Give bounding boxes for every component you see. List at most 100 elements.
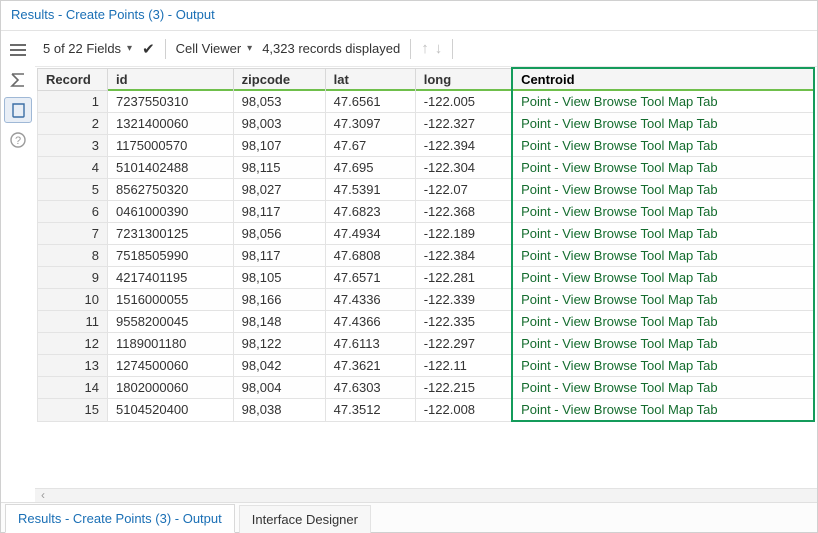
cell-id[interactable]: 1802000060 (108, 377, 234, 399)
cell-zipcode[interactable]: 98,148 (233, 311, 325, 333)
cell-zipcode[interactable]: 98,105 (233, 267, 325, 289)
cell-zipcode[interactable]: 98,107 (233, 135, 325, 157)
table-row[interactable]: 12118900118098,12247.6113-122.297Point -… (38, 333, 815, 355)
table-row[interactable]: 3117500057098,10747.67-122.394Point - Vi… (38, 135, 815, 157)
apply-check-icon[interactable]: ✔ (142, 40, 155, 58)
cell-centroid[interactable]: Point - View Browse Tool Map Tab (512, 201, 814, 223)
cell-long[interactable]: -122.281 (415, 267, 512, 289)
cell-lat[interactable]: 47.4934 (325, 223, 415, 245)
cell-centroid[interactable]: Point - View Browse Tool Map Tab (512, 157, 814, 179)
table-row[interactable]: 10151600005598,16647.4336-122.339Point -… (38, 289, 815, 311)
cell-id[interactable]: 0461000390 (108, 201, 234, 223)
cell-centroid[interactable]: Point - View Browse Tool Map Tab (512, 311, 814, 333)
cell-zipcode[interactable]: 98,042 (233, 355, 325, 377)
cell-id[interactable]: 7518505990 (108, 245, 234, 267)
cell-zipcode[interactable]: 98,053 (233, 91, 325, 113)
table-row[interactable]: 5856275032098,02747.5391-122.07Point - V… (38, 179, 815, 201)
cell-id[interactable]: 1321400060 (108, 113, 234, 135)
cell-lat[interactable]: 47.6823 (325, 201, 415, 223)
cell-id[interactable]: 1189001180 (108, 333, 234, 355)
horizontal-scrollbar[interactable]: ‹ (35, 488, 817, 502)
sigma-view-icon[interactable] (4, 67, 32, 93)
table-row[interactable]: 14180200006098,00447.6303-122.215Point -… (38, 377, 815, 399)
cell-lat[interactable]: 47.4336 (325, 289, 415, 311)
tab-interface-designer[interactable]: Interface Designer (239, 505, 371, 533)
cell-centroid[interactable]: Point - View Browse Tool Map Tab (512, 289, 814, 311)
cell-lat[interactable]: 47.6303 (325, 377, 415, 399)
cell-lat[interactable]: 47.6571 (325, 267, 415, 289)
cell-lat[interactable]: 47.3097 (325, 113, 415, 135)
cell-record[interactable]: 9 (38, 267, 108, 289)
cell-id[interactable]: 9558200045 (108, 311, 234, 333)
cell-long[interactable]: -122.189 (415, 223, 512, 245)
cell-id[interactable]: 4217401195 (108, 267, 234, 289)
cell-id[interactable]: 7237550310 (108, 91, 234, 113)
help-icon[interactable]: ? (4, 127, 32, 153)
cell-record[interactable]: 13 (38, 355, 108, 377)
cell-lat[interactable]: 47.695 (325, 157, 415, 179)
cell-record[interactable]: 15 (38, 399, 108, 422)
cell-long[interactable]: -122.11 (415, 355, 512, 377)
cell-lat[interactable]: 47.3512 (325, 399, 415, 422)
cell-id[interactable]: 1175000570 (108, 135, 234, 157)
cell-long[interactable]: -122.327 (415, 113, 512, 135)
cell-zipcode[interactable]: 98,122 (233, 333, 325, 355)
schema-view-icon[interactable] (4, 97, 32, 123)
table-scroll-area[interactable]: Record id zipcode lat long Centroid 1723… (35, 67, 817, 488)
col-header-centroid[interactable]: Centroid (512, 68, 814, 91)
cell-record[interactable]: 5 (38, 179, 108, 201)
cell-lat[interactable]: 47.4366 (325, 311, 415, 333)
cell-record[interactable]: 8 (38, 245, 108, 267)
cell-long[interactable]: -122.384 (415, 245, 512, 267)
cell-zipcode[interactable]: 98,056 (233, 223, 325, 245)
cell-lat[interactable]: 47.5391 (325, 179, 415, 201)
table-row[interactable]: 15510452040098,03847.3512-122.008Point -… (38, 399, 815, 422)
col-header-id[interactable]: id (108, 68, 234, 91)
col-header-zipcode[interactable]: zipcode (233, 68, 325, 91)
col-header-long[interactable]: long (415, 68, 512, 91)
cell-centroid[interactable]: Point - View Browse Tool Map Tab (512, 245, 814, 267)
cell-record[interactable]: 11 (38, 311, 108, 333)
col-header-lat[interactable]: lat (325, 68, 415, 91)
cell-long[interactable]: -122.339 (415, 289, 512, 311)
cell-id[interactable]: 1274500060 (108, 355, 234, 377)
cell-centroid[interactable]: Point - View Browse Tool Map Tab (512, 135, 814, 157)
table-row[interactable]: 8751850599098,11747.6808-122.384Point - … (38, 245, 815, 267)
rows-view-icon[interactable] (4, 37, 32, 63)
table-row[interactable]: 9421740119598,10547.6571-122.281Point - … (38, 267, 815, 289)
cell-zipcode[interactable]: 98,115 (233, 157, 325, 179)
cell-long[interactable]: -122.005 (415, 91, 512, 113)
cell-id[interactable]: 5101402488 (108, 157, 234, 179)
cell-zipcode[interactable]: 98,117 (233, 245, 325, 267)
cell-lat[interactable]: 47.6808 (325, 245, 415, 267)
cell-long[interactable]: -122.304 (415, 157, 512, 179)
cell-lat[interactable]: 47.6561 (325, 91, 415, 113)
scroll-left-icon[interactable]: ‹ (41, 488, 45, 502)
cell-record[interactable]: 1 (38, 91, 108, 113)
tab-results-output[interactable]: Results - Create Points (3) - Output (5, 504, 235, 533)
cell-record[interactable]: 2 (38, 113, 108, 135)
cell-centroid[interactable]: Point - View Browse Tool Map Tab (512, 91, 814, 113)
cell-long[interactable]: -122.215 (415, 377, 512, 399)
cell-centroid[interactable]: Point - View Browse Tool Map Tab (512, 377, 814, 399)
cell-lat[interactable]: 47.67 (325, 135, 415, 157)
cell-long[interactable]: -122.008 (415, 399, 512, 422)
cell-long[interactable]: -122.368 (415, 201, 512, 223)
move-up-icon[interactable]: ↑ (421, 40, 429, 57)
cell-id[interactable]: 1516000055 (108, 289, 234, 311)
table-row[interactable]: 11955820004598,14847.4366-122.335Point -… (38, 311, 815, 333)
cell-record[interactable]: 10 (38, 289, 108, 311)
table-row[interactable]: 1723755031098,05347.6561-122.005Point - … (38, 91, 815, 113)
cell-centroid[interactable]: Point - View Browse Tool Map Tab (512, 113, 814, 135)
cell-id[interactable]: 5104520400 (108, 399, 234, 422)
cell-zipcode[interactable]: 98,003 (233, 113, 325, 135)
cell-zipcode[interactable]: 98,166 (233, 289, 325, 311)
cell-long[interactable]: -122.335 (415, 311, 512, 333)
cell-record[interactable]: 14 (38, 377, 108, 399)
move-down-icon[interactable]: ↓ (435, 40, 443, 57)
cell-centroid[interactable]: Point - View Browse Tool Map Tab (512, 399, 814, 422)
cell-id[interactable]: 8562750320 (108, 179, 234, 201)
cell-record[interactable]: 4 (38, 157, 108, 179)
cell-long[interactable]: -122.297 (415, 333, 512, 355)
table-row[interactable]: 13127450006098,04247.3621-122.11Point - … (38, 355, 815, 377)
